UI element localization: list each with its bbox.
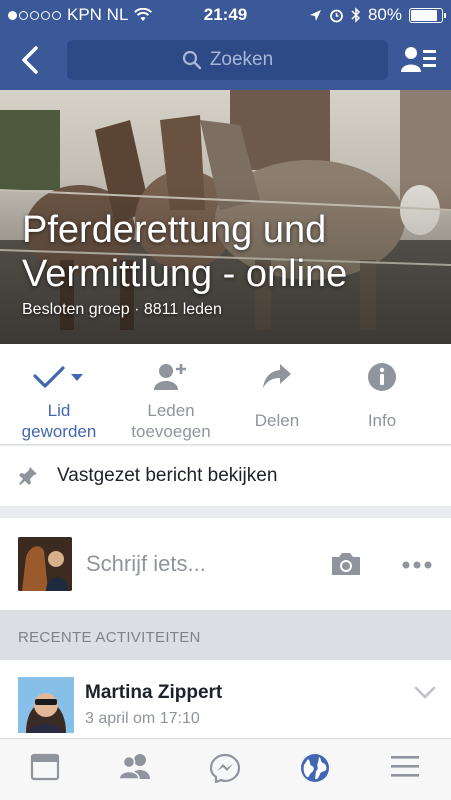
joined-button[interactable]: Lid geworden <box>3 344 115 445</box>
tab-news-feed[interactable] <box>0 753 90 787</box>
group-actions: Lid geworden Leden toevoegen Delen Info <box>0 344 451 445</box>
top-bar: KPN NL 21:49 80% Zoeken <box>0 0 451 90</box>
group-title: Pferderettung und Vermittlung - online <box>22 209 348 295</box>
add-members-label-line1: Leden <box>147 401 195 420</box>
share-icon <box>263 364 291 388</box>
back-button[interactable] <box>16 44 46 76</box>
tab-friends[interactable] <box>90 753 180 787</box>
members-list-button[interactable] <box>401 44 437 76</box>
menu-icon <box>391 756 419 777</box>
messenger-icon <box>210 753 240 783</box>
news-feed-icon <box>30 753 60 781</box>
author-avatar[interactable] <box>18 677 74 733</box>
status-bar: KPN NL 21:49 80% <box>0 0 451 30</box>
add-members-button[interactable]: Leden toevoegen <box>115 344 227 445</box>
more-options-icon[interactable] <box>401 560 433 570</box>
recent-activity-header: RECENTE ACTIVITEITEN <box>0 610 451 660</box>
group-subtitle[interactable]: Besloten groep · 8811 leden <box>22 301 222 319</box>
battery-icon <box>409 7 446 23</box>
tab-messenger[interactable] <box>180 753 270 787</box>
chevron-down-icon[interactable] <box>414 686 436 700</box>
joined-label-line1: Lid <box>47 401 71 420</box>
camera-icon[interactable] <box>330 551 362 577</box>
status-icons: 80% <box>309 5 446 25</box>
pinned-post-row[interactable]: Vastgezet bericht bekijken <box>0 446 451 506</box>
group-cover-photo[interactable]: Pferderettung und Vermittlung - online B… <box>0 90 451 344</box>
bottom-tab-bar <box>0 738 451 800</box>
checkmark-icon <box>33 366 83 388</box>
pin-icon <box>19 467 37 485</box>
info-label: Info <box>367 411 397 430</box>
recent-activity-title: RECENTE ACTIVITEITEN <box>18 629 201 646</box>
add-members-label-line2: toevoegen <box>131 422 211 441</box>
add-person-icon <box>154 364 186 390</box>
search-placeholder: Zoeken <box>209 49 274 70</box>
tab-menu[interactable] <box>360 753 450 787</box>
info-button[interactable]: Info <box>326 344 438 445</box>
post-author[interactable]: Martina Zippert <box>85 682 222 704</box>
user-avatar <box>18 537 72 591</box>
pinned-post-label: Vastgezet bericht bekijken <box>57 465 278 486</box>
search-bar[interactable]: Zoeken <box>67 40 388 80</box>
bluetooth-icon <box>351 7 361 23</box>
feed-post[interactable]: Martina Zippert 3 april om 17:10 <box>0 660 451 740</box>
alarm-icon <box>330 9 343 22</box>
friends-icon <box>118 754 150 779</box>
joined-label-line2: geworden <box>21 422 97 441</box>
share-label: Delen <box>254 411 300 430</box>
location-arrow-icon <box>309 9 321 21</box>
post-timestamp[interactable]: 3 april om 17:10 <box>85 710 200 728</box>
share-button[interactable]: Delen <box>221 344 333 445</box>
navigation-row: Zoeken <box>0 36 451 84</box>
composer-prompt: Schrijf iets... <box>86 551 206 576</box>
post-composer[interactable]: Schrijf iets... <box>0 518 451 610</box>
battery-percentage: 80% <box>367 5 402 24</box>
search-icon <box>182 50 202 70</box>
globe-icon <box>301 754 329 782</box>
tab-groups-globe[interactable] <box>270 753 360 787</box>
info-icon <box>368 363 396 391</box>
